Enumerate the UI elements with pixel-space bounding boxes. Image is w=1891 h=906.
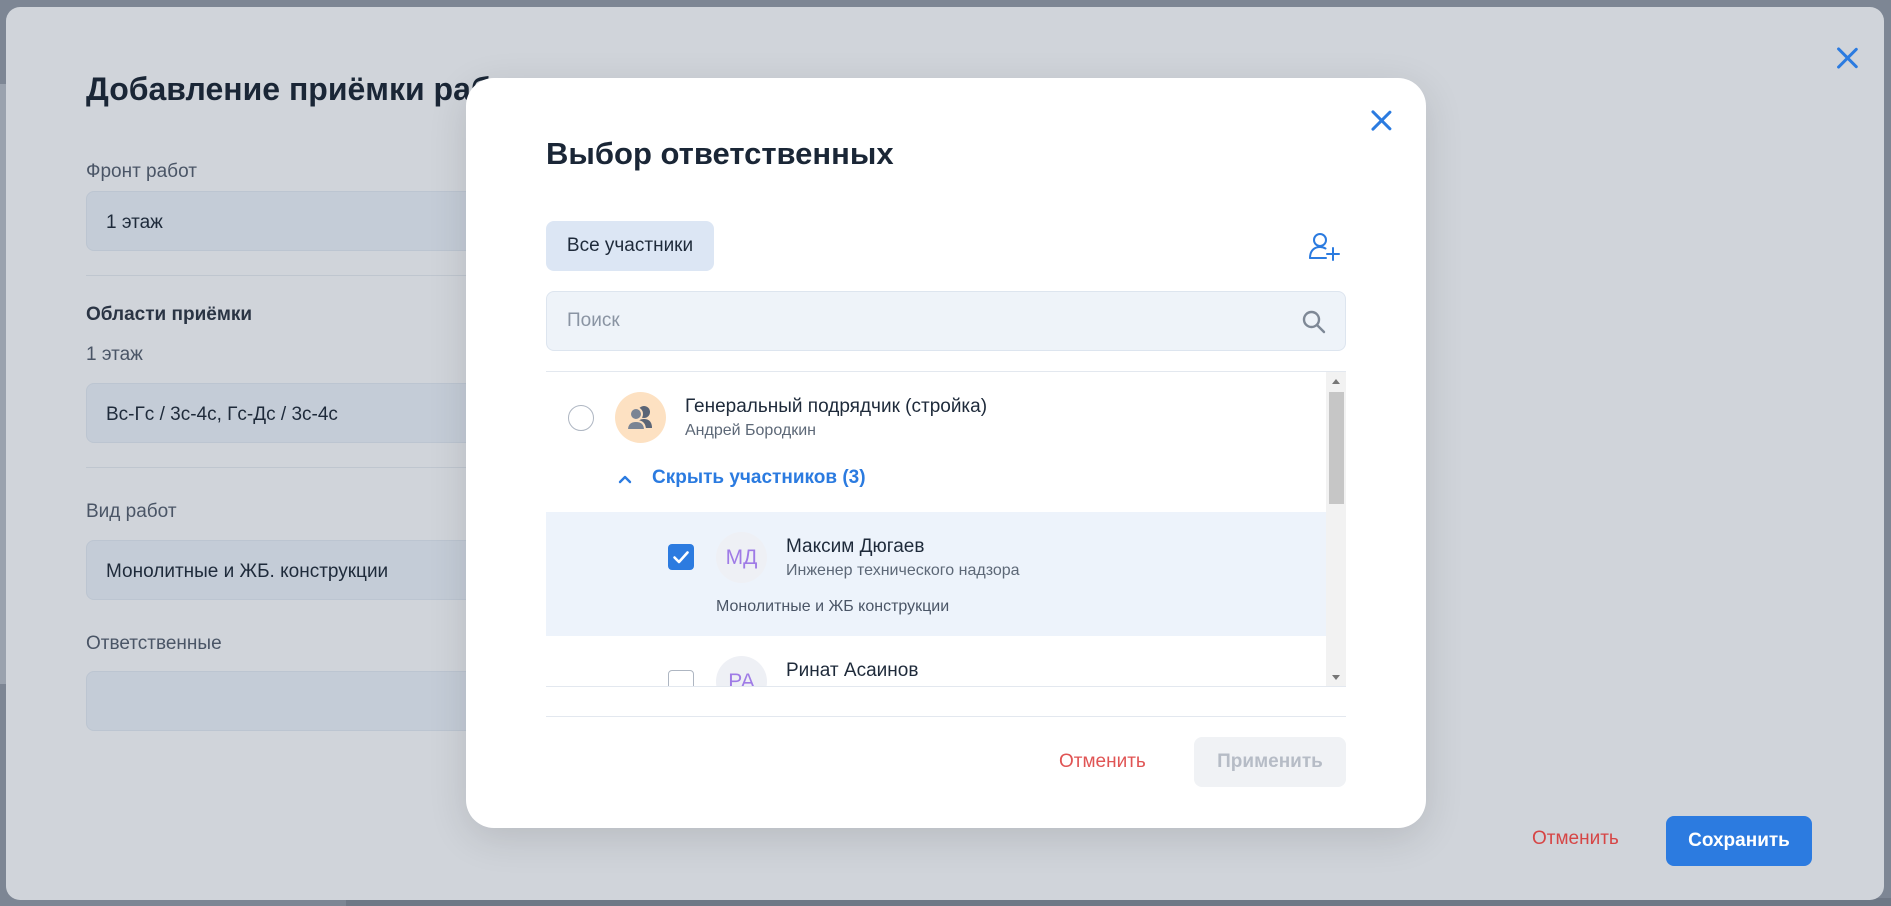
member-specialization: Монолитные и ЖБ конструкции xyxy=(716,598,950,615)
group-select-radio[interactable] xyxy=(568,405,594,431)
work-type-field[interactable]: Монолитные и ЖБ. конструкции xyxy=(86,540,506,600)
search-input[interactable] xyxy=(567,292,1267,350)
drawer-title: Добавление приёмки раб xyxy=(86,71,491,107)
member-name: Ринат Асаинов xyxy=(786,660,919,681)
users-group-icon xyxy=(615,392,666,443)
select-responsible-modal: Выбор ответственных Все участники Поиск … xyxy=(466,78,1426,828)
search-field xyxy=(546,291,1346,351)
apply-button[interactable]: Применить xyxy=(1194,737,1346,787)
areas-label: Области приёмки xyxy=(86,304,253,325)
member-checkbox[interactable] xyxy=(668,544,694,570)
add-user-icon[interactable] xyxy=(1306,228,1342,264)
drawer-cancel-button[interactable]: Отменить xyxy=(1532,828,1619,850)
responsible-field[interactable] xyxy=(86,671,506,731)
check-icon xyxy=(673,551,689,564)
front-label: Фронт работ xyxy=(86,161,197,182)
scroll-down-arrow-icon[interactable] xyxy=(1332,675,1340,680)
toggle-label: Скрыть участников (3) xyxy=(652,467,866,488)
list-scrollbar[interactable] xyxy=(1326,372,1346,686)
divider xyxy=(86,275,486,276)
drawer-close-icon[interactable] xyxy=(1832,43,1862,73)
divider xyxy=(86,467,486,468)
modal-cancel-button[interactable]: Отменить xyxy=(1059,751,1146,773)
responsible-label: Ответственные xyxy=(86,633,222,654)
avatar: МД xyxy=(716,532,767,583)
group-contact: Андрей Бородкин xyxy=(685,422,816,439)
search-icon[interactable] xyxy=(1301,309,1327,335)
avatar: РА xyxy=(716,656,767,686)
member-checkbox[interactable] xyxy=(668,670,694,686)
list-item-member[interactable]: МД Максим Дюгаев Инженер технического на… xyxy=(546,512,1326,636)
work-type-label: Вид работ xyxy=(86,501,177,522)
chevron-up-icon xyxy=(617,472,633,484)
member-name: Максим Дюгаев xyxy=(786,536,925,557)
scroll-up-arrow-icon[interactable] xyxy=(1332,379,1340,384)
areas-sublabel: 1 этаж xyxy=(86,344,143,365)
scrollbar-thumb[interactable] xyxy=(1329,392,1344,504)
member-role: Инженер технического надзора xyxy=(786,562,1020,579)
drawer-save-button[interactable]: Сохранить xyxy=(1666,816,1812,866)
participants-list: Генеральный подрядчик (стройка) Андрей Б… xyxy=(546,371,1346,687)
tab-all-participants[interactable]: Все участники xyxy=(546,221,714,271)
modal-close-icon[interactable] xyxy=(1366,106,1396,136)
group-name: Генеральный подрядчик (стройка) xyxy=(685,396,988,417)
modal-title: Выбор ответственных xyxy=(546,136,894,171)
divider xyxy=(546,716,1346,717)
list-item-member[interactable]: РА Ринат Асаинов xyxy=(546,636,1326,686)
areas-field[interactable]: Вс-Гс / 3с-4с, Гс-Дс / 3с-4с xyxy=(86,383,506,443)
front-field[interactable]: 1 этаж xyxy=(86,191,506,251)
